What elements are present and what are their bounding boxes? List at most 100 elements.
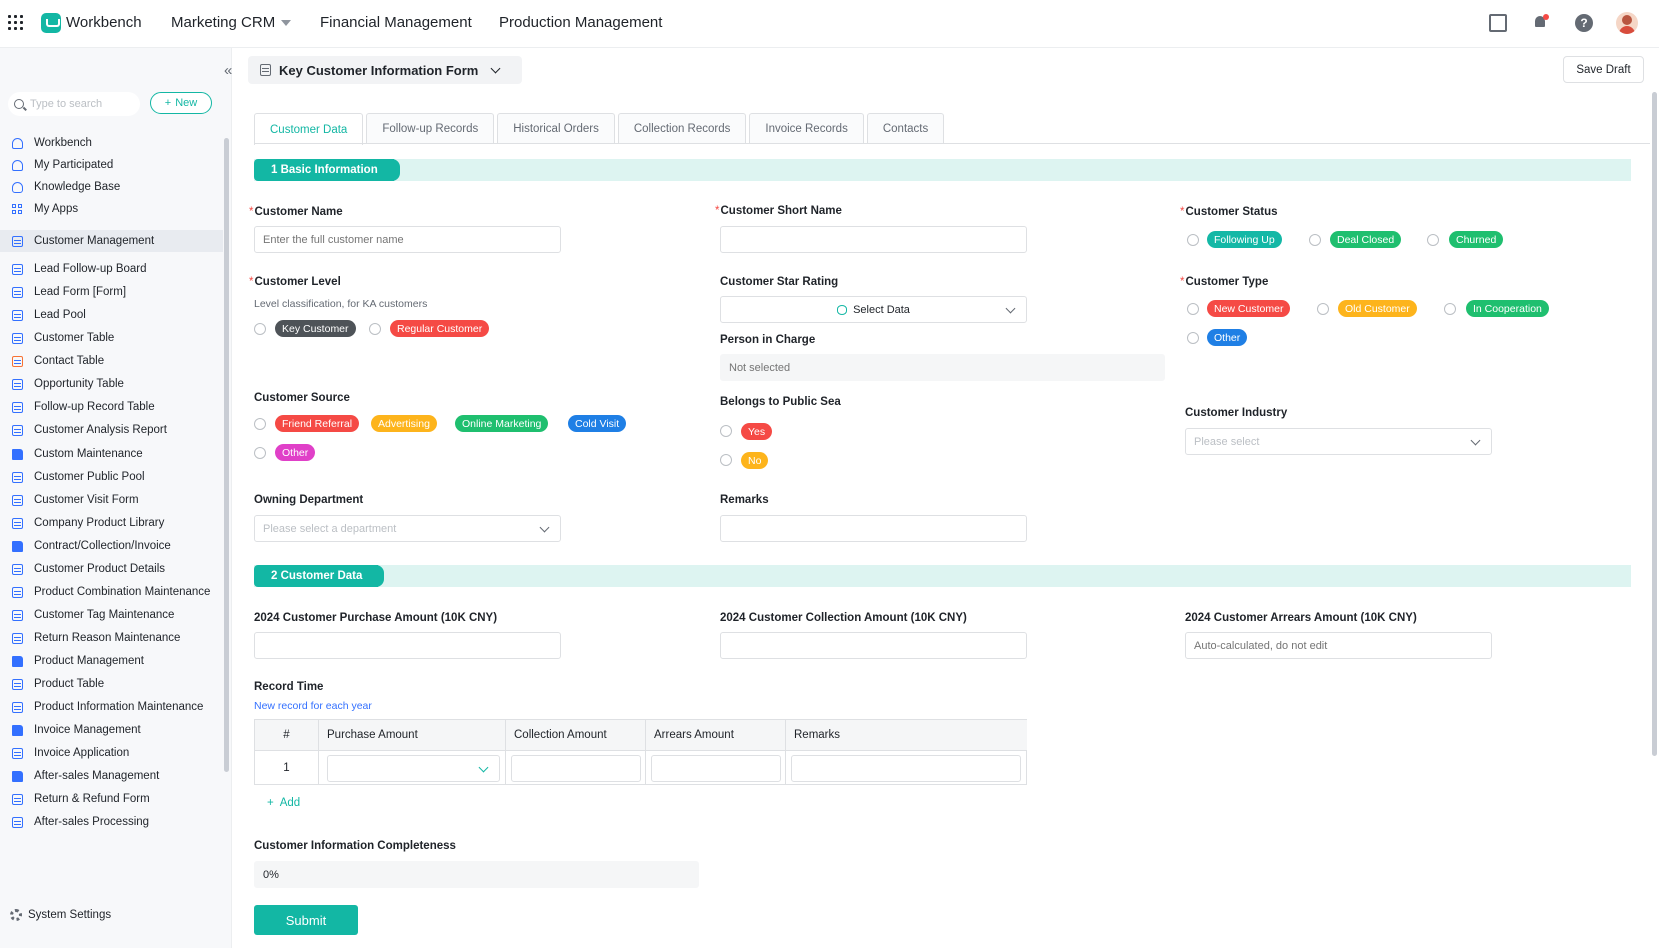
- sidebar-item-lead-pool[interactable]: Lead Pool: [0, 304, 223, 326]
- public-sea-no-tag[interactable]: No: [741, 452, 769, 469]
- level-regular-customer-tag[interactable]: Regular Customer: [390, 320, 490, 337]
- sidebar-item-product-table[interactable]: Product Table: [0, 673, 223, 695]
- sidebar-item-product-information-maintenance[interactable]: Product Information Maintenance: [0, 696, 223, 718]
- notebook-icon[interactable]: [1489, 14, 1507, 32]
- customer-short-name-input[interactable]: [720, 226, 1027, 253]
- customer-name-input[interactable]: [254, 226, 561, 253]
- sidebar-item-opportunity-table[interactable]: Opportunity Table: [0, 373, 223, 395]
- sidebar-search[interactable]: [8, 92, 140, 116]
- tab-contacts[interactable]: Contacts: [866, 113, 945, 144]
- row-purchase-select[interactable]: [327, 755, 500, 782]
- add-row-button[interactable]: + Add: [267, 797, 300, 809]
- record-time-hint: New record for each year: [254, 700, 372, 712]
- notification-bell-icon[interactable]: [1532, 14, 1550, 32]
- sidebar-item-product-combination-maintenance[interactable]: Product Combination Maintenance: [0, 581, 223, 603]
- star-rating-select[interactable]: Select Data: [720, 296, 1027, 323]
- sidebar-item-custom-maintenance[interactable]: Custom Maintenance: [0, 443, 223, 465]
- status-following-up-radio[interactable]: [1187, 234, 1199, 246]
- table-icon: [12, 263, 23, 275]
- status-deal-closed-tag[interactable]: Deal Closed: [1330, 231, 1402, 248]
- sidebar-item-my-apps[interactable]: My Apps: [0, 198, 223, 220]
- purchase-amount-input[interactable]: [254, 632, 561, 659]
- public-sea-no-radio[interactable]: [720, 454, 732, 466]
- main-scrollbar[interactable]: [1652, 92, 1657, 756]
- remarks-input[interactable]: [720, 515, 1027, 542]
- source-online-marketing-tag[interactable]: Online Marketing: [455, 415, 549, 432]
- status-deal-closed-radio[interactable]: [1309, 234, 1321, 246]
- sidebar-item-my-participated[interactable]: My Participated: [0, 154, 223, 176]
- level-regular-customer-radio[interactable]: [369, 323, 381, 335]
- sidebar-item-invoice-management[interactable]: Invoice Management: [0, 719, 223, 741]
- source-advertising-tag[interactable]: Advertising: [371, 415, 437, 432]
- department-select[interactable]: Please select a department: [254, 515, 561, 542]
- tab-customer-data[interactable]: Customer Data: [254, 113, 364, 145]
- sidebar-item-customer-management[interactable]: Customer Management: [0, 230, 223, 252]
- sidebar-item-customer-public-pool[interactable]: Customer Public Pool: [0, 466, 223, 488]
- save-draft-button[interactable]: Save Draft: [1563, 56, 1644, 83]
- sidebar-item-customer-tag-maintenance[interactable]: Customer Tag Maintenance: [0, 604, 223, 626]
- sidebar-item-return-reason-maintenance[interactable]: Return Reason Maintenance: [0, 627, 223, 649]
- source-other-radio[interactable]: [254, 447, 266, 459]
- system-settings[interactable]: System Settings: [10, 909, 111, 921]
- type-in-cooperation-tag[interactable]: In Cooperation: [1466, 300, 1549, 317]
- nav-financial-management[interactable]: Financial Management: [320, 14, 472, 31]
- row-collection-input[interactable]: [511, 755, 641, 782]
- status-churned-radio[interactable]: [1427, 234, 1439, 246]
- nav-production-management[interactable]: Production Management: [499, 14, 662, 31]
- industry-select[interactable]: Please select: [1185, 428, 1492, 455]
- person-in-charge-input[interactable]: [720, 354, 1165, 381]
- source-friend-referral-radio[interactable]: [254, 418, 266, 430]
- status-churned-tag[interactable]: Churned: [1449, 231, 1504, 248]
- nav-marketing-crm[interactable]: Marketing CRM: [171, 14, 292, 31]
- new-button[interactable]: + New: [150, 92, 212, 114]
- sidebar-item-workbench[interactable]: Workbench: [0, 132, 223, 154]
- sidebar-scrollbar[interactable]: [224, 138, 229, 772]
- app-name[interactable]: Workbench: [66, 14, 142, 31]
- sidebar-item-after-sales-management[interactable]: After-sales Management: [0, 765, 223, 787]
- row-arrears-input[interactable]: [651, 755, 781, 782]
- type-other-radio[interactable]: [1187, 332, 1199, 344]
- sidebar-item-company-product-library[interactable]: Company Product Library: [0, 512, 223, 534]
- submit-button[interactable]: Submit: [254, 905, 358, 935]
- tab-historical-orders[interactable]: Historical Orders: [497, 113, 615, 144]
- search-input[interactable]: [30, 98, 134, 110]
- tab-collection-records[interactable]: Collection Records: [617, 113, 747, 144]
- type-new-customer-tag[interactable]: New Customer: [1207, 300, 1291, 317]
- sidebar-item-lead-follow-up-board[interactable]: Lead Follow-up Board: [0, 258, 223, 280]
- level-key-customer-radio[interactable]: [254, 323, 266, 335]
- sidebar-item-customer-analysis-report[interactable]: Customer Analysis Report: [0, 419, 223, 441]
- sidebar-item-customer-table[interactable]: Customer Table: [0, 327, 223, 349]
- row-remarks-input[interactable]: [791, 755, 1021, 782]
- app-grid-icon[interactable]: [8, 15, 23, 30]
- sidebar-item-contact-table[interactable]: Contact Table: [0, 350, 223, 372]
- status-following-up-tag[interactable]: Following Up: [1207, 231, 1282, 248]
- collection-amount-input[interactable]: [720, 632, 1027, 659]
- form-title-selector[interactable]: Key Customer Information Form: [248, 56, 522, 84]
- level-key-customer-tag[interactable]: Key Customer: [275, 320, 356, 337]
- help-icon[interactable]: ?: [1575, 14, 1593, 32]
- sidebar-item-lead-form-form[interactable]: Lead Form [Form]: [0, 281, 223, 303]
- source-cold-visit-tag[interactable]: Cold Visit: [568, 415, 627, 432]
- source-friend-referral-tag[interactable]: Friend Referral: [275, 415, 360, 432]
- sidebar-item-customer-product-details[interactable]: Customer Product Details: [0, 558, 223, 580]
- type-in-cooperation-radio[interactable]: [1444, 303, 1456, 315]
- sidebar-item-invoice-application[interactable]: Invoice Application: [0, 742, 223, 764]
- sidebar-item-product-management[interactable]: Product Management: [0, 650, 223, 672]
- public-sea-yes-radio[interactable]: [720, 425, 732, 437]
- sidebar-item-contract-collection-invoice[interactable]: Contract/Collection/Invoice: [0, 535, 223, 557]
- sidebar-item-customer-visit-form[interactable]: Customer Visit Form: [0, 489, 223, 511]
- tab-invoice-records[interactable]: Invoice Records: [749, 113, 864, 144]
- source-other-tag[interactable]: Other: [275, 444, 316, 461]
- type-new-customer-radio[interactable]: [1187, 303, 1199, 315]
- type-old-customer-radio[interactable]: [1317, 303, 1329, 315]
- sidebar-item-knowledge-base[interactable]: Knowledge Base: [0, 176, 223, 198]
- tab-follow-up-records[interactable]: Follow-up Records: [366, 113, 495, 144]
- type-other-tag[interactable]: Other: [1207, 329, 1248, 346]
- sidebar-item-after-sales-processing[interactable]: After-sales Processing: [0, 811, 223, 833]
- user-avatar[interactable]: [1616, 12, 1638, 34]
- customer-short-name-label-text: Customer Short Name: [720, 205, 842, 217]
- sidebar-item-return-refund-form[interactable]: Return & Refund Form: [0, 788, 223, 810]
- type-old-customer-tag[interactable]: Old Customer: [1338, 300, 1417, 317]
- public-sea-yes-tag[interactable]: Yes: [741, 423, 773, 440]
- sidebar-item-follow-up-record-table[interactable]: Follow-up Record Table: [0, 396, 223, 418]
